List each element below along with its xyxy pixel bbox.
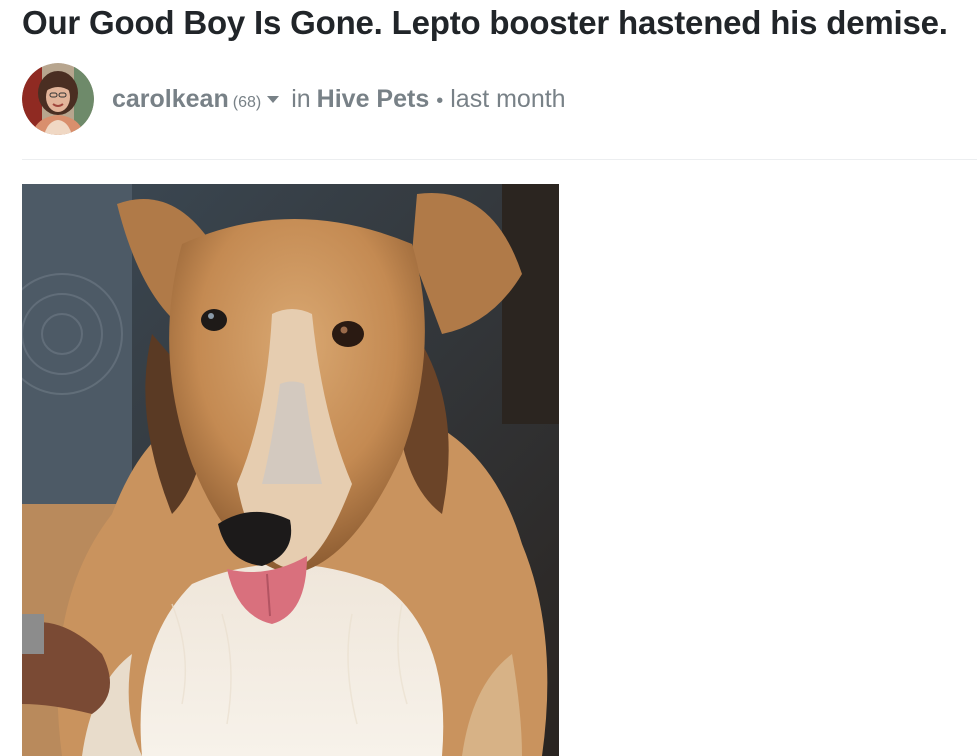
meta-separator: • — [436, 89, 444, 112]
author-avatar[interactable] — [22, 63, 94, 135]
chevron-down-icon[interactable] — [267, 95, 280, 103]
post-meta: carolkean (68) in Hive Pets • last month — [112, 85, 566, 114]
post-title: Our Good Boy Is Gone. Lepto booster hast… — [22, 4, 948, 41]
dog-photo — [22, 184, 559, 756]
author-reputation: (68) — [232, 93, 262, 111]
author-name[interactable]: carolkean — [112, 85, 229, 114]
author-row: carolkean (68) in Hive Pets • last month — [22, 62, 566, 136]
post-image-dog[interactable] — [22, 184, 559, 756]
divider — [22, 159, 977, 160]
avatar-photo — [22, 63, 94, 135]
community-link[interactable]: Hive Pets — [317, 85, 430, 114]
post-timestamp[interactable]: last month — [450, 85, 565, 114]
post-page: Our Good Boy Is Gone. Lepto booster hast… — [0, 0, 977, 756]
in-label: in — [291, 84, 311, 113]
